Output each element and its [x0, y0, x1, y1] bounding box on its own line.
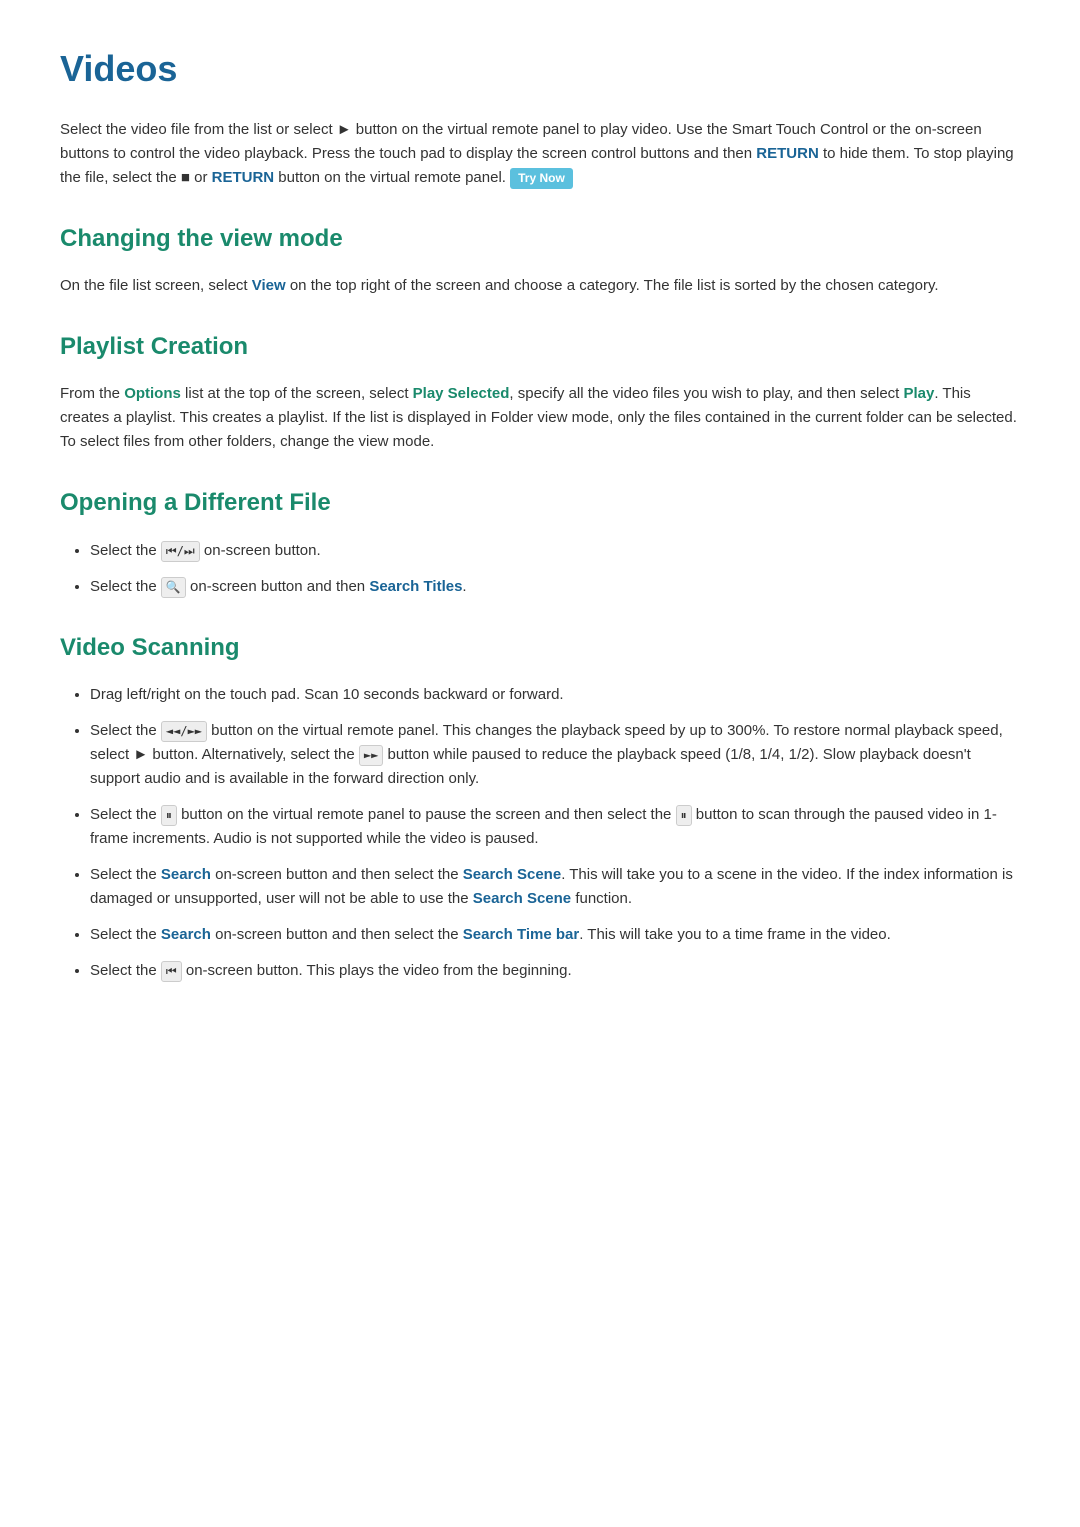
- list-item: Select the Search on-screen button and t…: [90, 923, 1020, 947]
- list-item: Select the Search on-screen button and t…: [90, 863, 1020, 911]
- search-link-2[interactable]: Search: [161, 926, 211, 943]
- search-scene-link-1[interactable]: Search Scene: [463, 866, 561, 883]
- vs-text-8: Select the: [90, 866, 161, 883]
- vs-text-16: on-screen button. This plays the video f…: [182, 962, 572, 979]
- list-item: Select the 🔍 on-screen button and then S…: [90, 575, 1020, 599]
- section-playlist-creation: Playlist Creation From the Options list …: [60, 328, 1020, 454]
- vs-text-1: Drag left/right on the touch pad. Scan 1…: [90, 686, 564, 703]
- changing-view-mode-paragraph: On the file list screen, select View on …: [60, 274, 1020, 298]
- search-time-bar-link[interactable]: Search Time bar: [463, 926, 579, 943]
- heading-changing-view-mode: Changing the view mode: [60, 220, 1020, 258]
- playlist-creation-paragraph: From the Options list at the top of the …: [60, 382, 1020, 454]
- view-link[interactable]: View: [252, 277, 286, 294]
- cvm-text-1: On the file list screen, select: [60, 277, 252, 294]
- search-icon-box: 🔍: [161, 577, 186, 598]
- section-opening-different-file: Opening a Different File Select the ⏮/⏭ …: [60, 484, 1020, 598]
- heading-playlist-creation: Playlist Creation: [60, 328, 1020, 366]
- section-video-scanning: Video Scanning Drag left/right on the to…: [60, 629, 1020, 983]
- vs-text-12: Select the: [90, 926, 161, 943]
- section-changing-view-mode: Changing the view mode On the file list …: [60, 220, 1020, 298]
- rewind-ff-icon: ◄◄/►►: [161, 721, 207, 742]
- pc-text-1: From the: [60, 385, 124, 402]
- intro-section: Select the video file from the list or s…: [60, 118, 1020, 190]
- options-link[interactable]: Options: [124, 385, 181, 402]
- intro-text-3: button on the virtual remote panel.: [274, 169, 510, 186]
- search-link-1[interactable]: Search: [161, 866, 211, 883]
- odf-text-1: Select the: [90, 542, 161, 559]
- list-item: Select the ◄◄/►► button on the virtual r…: [90, 719, 1020, 791]
- vs-text-13: on-screen button and then select the: [211, 926, 463, 943]
- odf-text-2: on-screen button.: [200, 542, 321, 559]
- pause-icon-1: ⏸: [161, 805, 177, 826]
- list-item: Select the ⏮ on-screen button. This play…: [90, 959, 1020, 983]
- odf-text-4: on-screen button and then: [186, 578, 369, 595]
- list-item: Select the ⏸ button on the virtual remot…: [90, 803, 1020, 851]
- play-link[interactable]: Play: [904, 385, 935, 402]
- return-link-1[interactable]: RETURN: [756, 145, 819, 162]
- odf-text-3: Select the: [90, 578, 161, 595]
- search-scene-link-2[interactable]: Search Scene: [473, 890, 571, 907]
- vs-text-11: function.: [571, 890, 632, 907]
- list-item: Drag left/right on the touch pad. Scan 1…: [90, 683, 1020, 707]
- pc-text-3: , specify all the video files you wish t…: [509, 385, 903, 402]
- pc-text-2: list at the top of the screen, select: [181, 385, 413, 402]
- return-link-2[interactable]: RETURN: [212, 169, 275, 186]
- intro-paragraph: Select the video file from the list or s…: [60, 118, 1020, 190]
- vs-text-14: . This will take you to a time frame in …: [579, 926, 891, 943]
- heading-video-scanning: Video Scanning: [60, 629, 1020, 667]
- odf-text-5: .: [462, 578, 466, 595]
- list-item: Select the ⏮/⏭ on-screen button.: [90, 539, 1020, 563]
- vs-text-2: Select the: [90, 722, 161, 739]
- play-selected-link[interactable]: Play Selected: [413, 385, 510, 402]
- video-scanning-list: Drag left/right on the touch pad. Scan 1…: [90, 683, 1020, 983]
- cvm-text-2: on the top right of the screen and choos…: [286, 277, 939, 294]
- vs-text-9: on-screen button and then select the: [211, 866, 463, 883]
- prev-next-icon: ⏮/⏭: [161, 541, 200, 562]
- ff-icon: ►►: [359, 745, 383, 766]
- heading-opening-different-file: Opening a Different File: [60, 484, 1020, 522]
- page-title: Videos: [60, 40, 1020, 98]
- vs-text-6: button on the virtual remote panel to pa…: [177, 806, 676, 823]
- skip-back-icon: ⏮: [161, 961, 182, 982]
- search-titles-link[interactable]: Search Titles: [369, 578, 462, 595]
- vs-text-15: Select the: [90, 962, 161, 979]
- opening-different-file-list: Select the ⏮/⏭ on-screen button. Select …: [90, 539, 1020, 599]
- vs-text-5: Select the: [90, 806, 161, 823]
- pause-icon-2: ⏸: [676, 805, 692, 826]
- try-now-badge[interactable]: Try Now: [510, 168, 573, 189]
